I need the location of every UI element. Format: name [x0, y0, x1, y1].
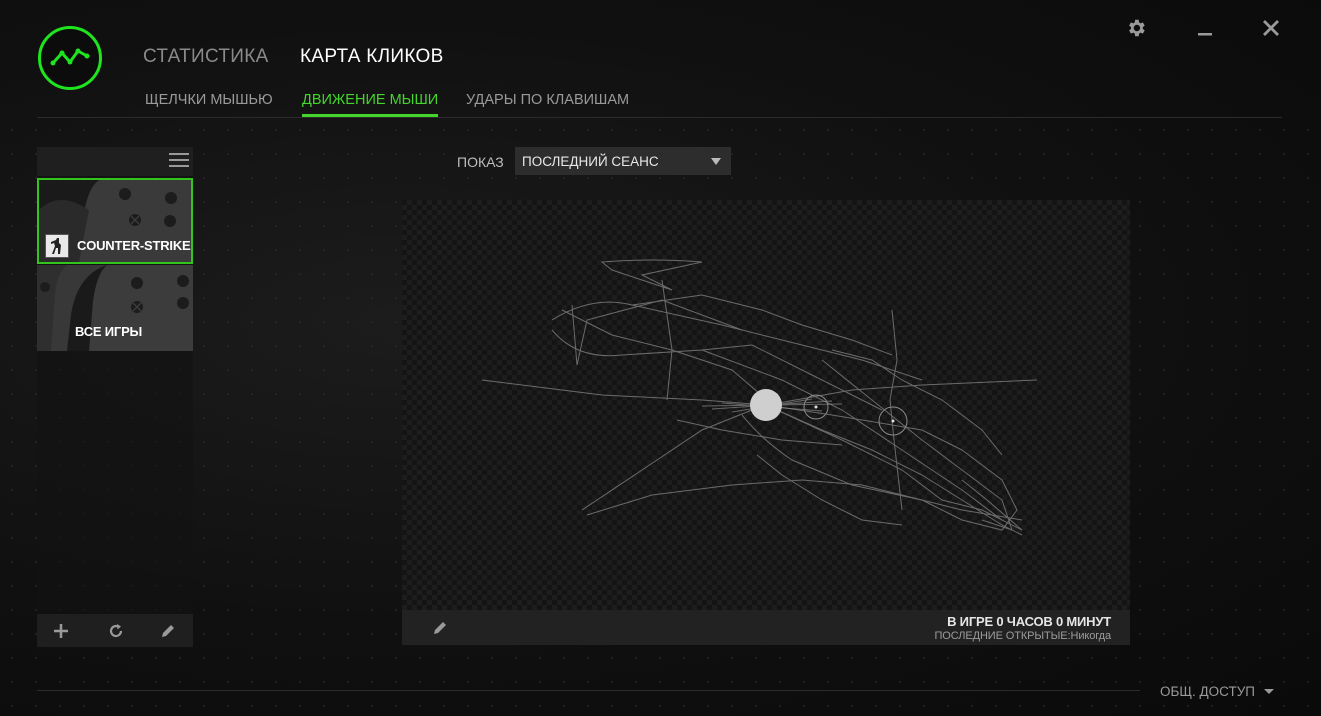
refresh-button[interactable] — [105, 620, 127, 642]
gear-icon — [1129, 19, 1145, 37]
mouse-trail-drawing — [481, 259, 1038, 536]
subtab-mouse-clicks[interactable]: ЩЕЛЧКИ МЫШЬЮ — [145, 92, 273, 108]
sidebar-toolbar — [37, 614, 193, 647]
refresh-icon — [109, 624, 123, 638]
last-opened: ПОСЛЕДНИЕ ОТКРЫТЫЕ:Никогда — [934, 630, 1112, 642]
heatmap-footer: В ИГРЕ 0 ЧАСОВ 0 МИНУТ ПОСЛЕДНИЕ ОТКРЫТЫ… — [402, 610, 1130, 645]
footer-divider — [37, 690, 1140, 691]
game-card-counter-strike[interactable]: COUNTER-STRIKE — [37, 178, 193, 264]
gamer-stats-logo-icon — [50, 48, 90, 66]
minimize-icon — [1198, 33, 1212, 36]
mouse-movement-heatmap — [402, 200, 1130, 610]
edit-button[interactable] — [157, 620, 179, 642]
settings-button[interactable] — [1124, 16, 1148, 40]
subtab-mouse-movement[interactable]: ДВИЖЕНИЕ МЫШИ — [302, 92, 439, 117]
header-divider — [37, 117, 1282, 118]
games-sidebar: COUNTER-STRIKE ВСЕ ИГРЫ — [37, 147, 193, 647]
close-icon — [1263, 20, 1279, 36]
show-label: ПОКАЗ — [457, 154, 504, 170]
app-logo — [38, 26, 102, 90]
tab-click-map[interactable]: КАРТА КЛИКОВ — [300, 46, 444, 68]
pencil-icon — [162, 625, 174, 637]
share-button[interactable]: ОБЩ. ДОСТУП — [1160, 684, 1255, 699]
time-in-game: В ИГРЕ 0 ЧАСОВ 0 МИНУТ — [947, 614, 1111, 629]
close-button[interactable] — [1259, 16, 1283, 40]
chevron-down-icon — [711, 158, 721, 165]
subtab-keystrokes[interactable]: УДАРЫ ПО КЛАВИШАМ — [466, 92, 629, 108]
minimize-button[interactable] — [1193, 16, 1217, 40]
game-label: COUNTER-STRIKE — [77, 238, 191, 253]
show-period-value: ПОСЛЕДНИЙ СЕАНС — [522, 154, 659, 169]
chevron-down-icon[interactable] — [1264, 689, 1274, 694]
pencil-icon — [434, 622, 446, 634]
hamburger-menu-icon[interactable] — [169, 153, 189, 169]
game-label: ВСЕ ИГРЫ — [75, 324, 143, 339]
tab-statistics[interactable]: СТАТИСТИКА — [143, 46, 269, 68]
sidebar-header — [37, 147, 193, 176]
edit-heatmap-button[interactable] — [432, 620, 448, 636]
add-game-button[interactable] — [50, 620, 72, 642]
game-card-all-games[interactable]: ВСЕ ИГРЫ — [37, 265, 193, 351]
plus-icon — [54, 624, 68, 638]
show-period-dropdown[interactable]: ПОСЛЕДНИЙ СЕАНС — [515, 147, 731, 175]
counter-strike-icon — [45, 234, 69, 258]
